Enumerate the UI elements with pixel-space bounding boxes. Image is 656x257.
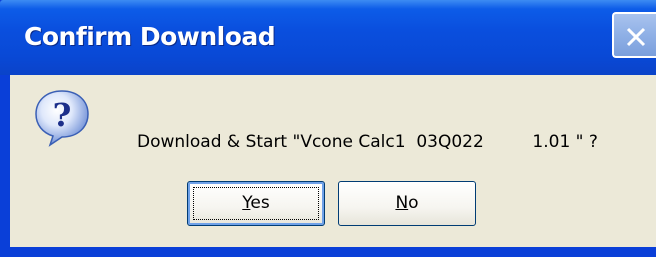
no-button-label: No [395,193,418,213]
svg-text:?: ? [53,96,72,134]
yes-button[interactable]: Yes [187,181,325,226]
confirm-download-dialog: Confirm Download ? Download & Start "Vco… [0,0,656,257]
yes-button-label: Yes [242,193,269,213]
no-label-rest: o [408,193,419,213]
confirmation-message: Download & Start "Vcone Calc1 03Q022 1.0… [137,132,598,152]
window-bottom-border [0,247,656,257]
no-button[interactable]: No [338,181,476,226]
yes-label-rest: es [250,193,270,213]
window-title: Confirm Download [24,22,276,51]
close-icon [626,27,646,47]
title-bar[interactable]: Confirm Download [0,0,656,75]
dialog-body: ? Download & Start "Vcone Calc1 03Q022 1… [10,75,656,247]
no-accelerator: N [395,193,409,213]
question-icon: ? [35,90,89,147]
close-button[interactable] [612,12,656,58]
